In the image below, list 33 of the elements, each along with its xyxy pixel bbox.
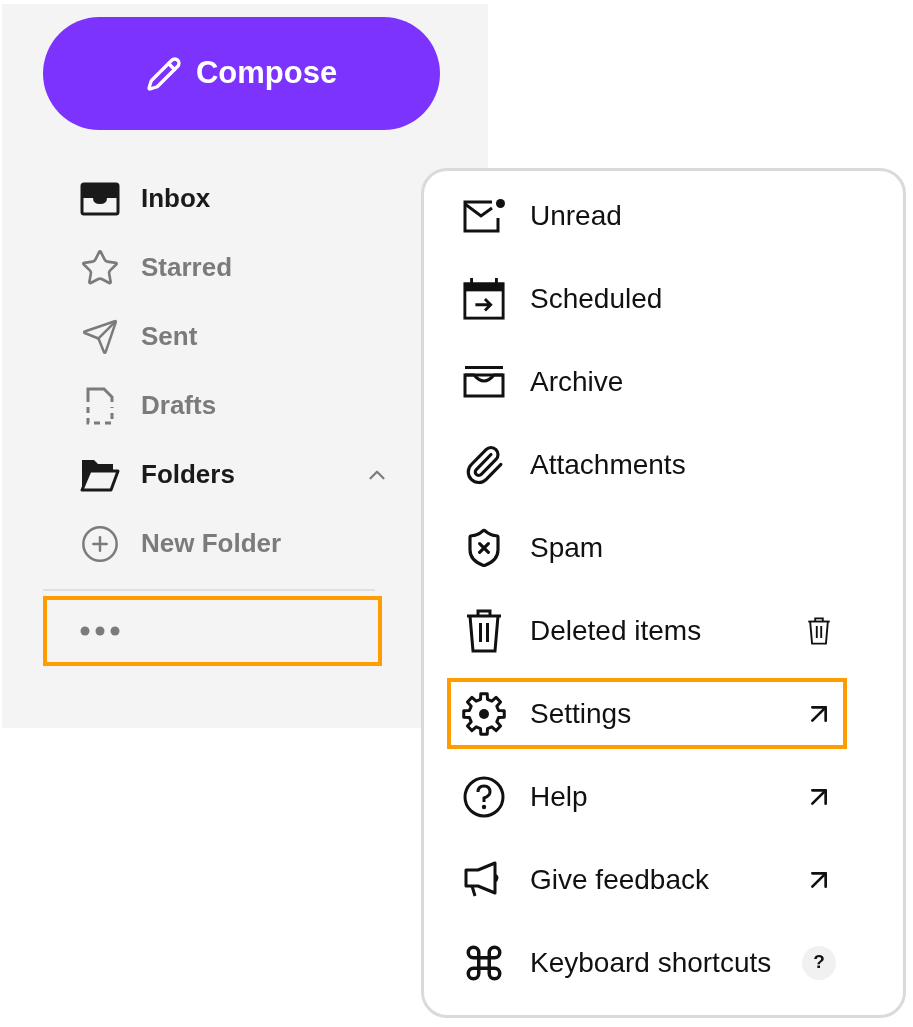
menu-item[interactable]: Keyboard shortcuts ?	[447, 927, 847, 998]
menu-item[interactable]: Unread	[447, 180, 847, 251]
nav-item[interactable]: Sent	[43, 302, 390, 371]
more-button[interactable]	[43, 596, 382, 666]
pencil-icon	[145, 55, 182, 92]
menu-item[interactable]: Help	[447, 761, 847, 832]
nav-item[interactable]: Drafts	[43, 371, 390, 440]
menu-item[interactable]: Deleted items	[447, 595, 847, 666]
nav-item[interactable]: Starred	[43, 233, 390, 302]
menu-item[interactable]: Give feedback	[447, 844, 847, 915]
calendar-arrow-icon	[462, 275, 506, 322]
plus-circle-icon	[80, 523, 120, 564]
trash-icon	[807, 616, 831, 645]
menu-item[interactable]: Scheduled	[447, 263, 847, 334]
more-icon	[80, 626, 120, 636]
envelope-dot-icon	[462, 197, 506, 234]
compose-button[interactable]: Compose	[43, 17, 440, 130]
nav-item[interactable]: Inbox	[43, 164, 390, 233]
menu-item[interactable]: Spam	[447, 512, 847, 583]
tray-icon	[462, 364, 506, 399]
new-folder-item[interactable]: New Folder	[43, 509, 390, 578]
help-hint: ?	[802, 945, 836, 980]
paper-plane-icon	[81, 317, 119, 356]
folders-header[interactable]: Folders	[43, 440, 395, 509]
help-icon	[463, 775, 505, 818]
folder-icon	[80, 457, 120, 492]
menu-item[interactable]: Attachments	[447, 429, 847, 500]
trash-icon	[465, 608, 503, 653]
dashed-page-icon	[84, 385, 116, 426]
inbox-icon	[80, 181, 120, 216]
menu-item[interactable]: Settings	[447, 678, 847, 749]
menu-item[interactable]: Archive	[447, 346, 847, 417]
settings-icon	[462, 691, 506, 736]
